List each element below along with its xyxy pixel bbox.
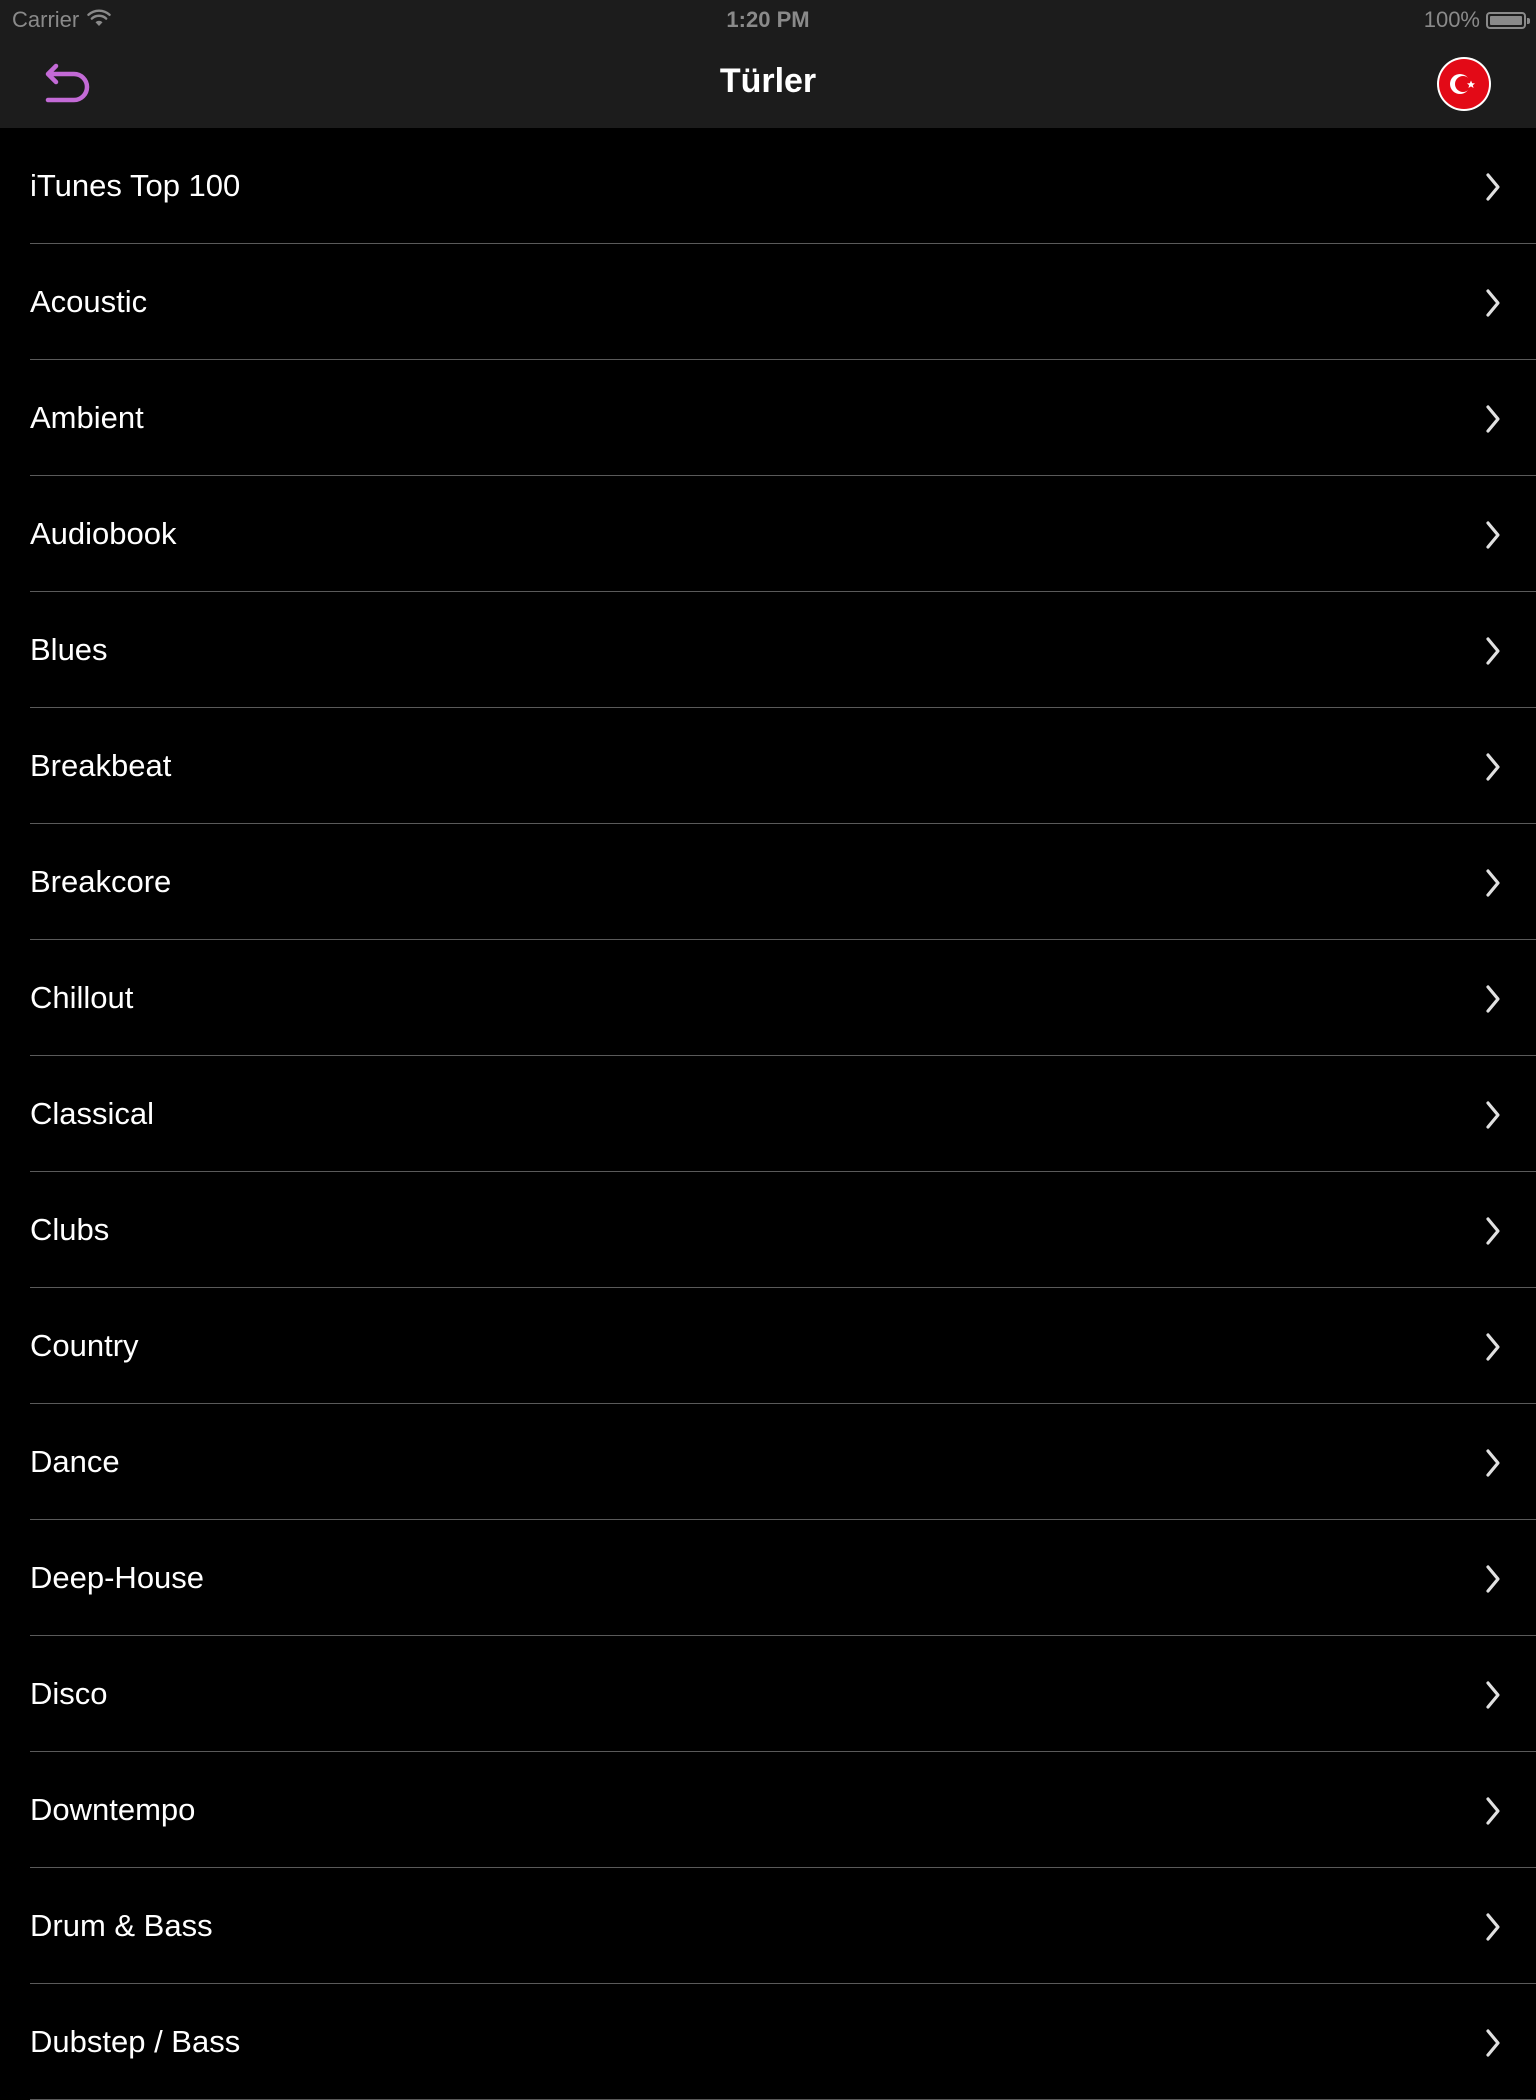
navigation-bar: Türler [0,40,1536,128]
genre-row[interactable]: Breakbeat [0,708,1536,824]
chevron-right-icon [1486,1449,1500,1477]
chevron-right-icon [1486,173,1500,201]
chevron-right-icon [1486,1101,1500,1129]
chevron-right-icon [1486,521,1500,549]
genre-row[interactable]: Country [0,1288,1536,1404]
genre-label: Breakcore [30,864,172,899]
genre-row[interactable]: Dubstep / Bass [0,1984,1536,2100]
chevron-right-icon [1486,753,1500,781]
genre-label: Audiobook [30,516,177,551]
battery-fill [1490,15,1522,25]
genre-row[interactable]: Audiobook [0,476,1536,592]
status-battery: 100% [1423,7,1530,33]
battery-icon [1486,11,1530,29]
chevron-right-icon [1486,1913,1500,1941]
genre-label: Ambient [30,400,144,435]
page-title: Türler [719,62,817,100]
genre-label: Breakbeat [30,748,172,783]
chevron-right-icon [1486,1333,1500,1361]
genre-row[interactable]: Classical [0,1056,1536,1172]
chevron-right-icon [1486,869,1500,897]
genre-row[interactable]: Clubs [0,1172,1536,1288]
chevron-right-icon [1486,1565,1500,1593]
chevron-right-icon [1486,637,1500,665]
language-flag-button[interactable] [1436,56,1492,112]
genre-row[interactable]: Acoustic [0,244,1536,360]
genre-label: Deep-House [30,1560,205,1595]
chevron-right-icon [1486,1797,1500,1825]
genre-label: Country [30,1328,139,1363]
genre-label: Blues [30,632,108,667]
genre-row[interactable]: iTunes Top 100 [0,128,1536,244]
battery-percent: 100% [1423,7,1480,32]
genre-row[interactable]: Drum & Bass [0,1868,1536,1984]
turkey-flag-icon [1436,57,1492,116]
genre-list: iTunes Top 100 Acoustic Ambient Audiobook Bl… [0,128,1536,2100]
genre-label: iTunes Top 100 [30,168,241,203]
genre-label: Downtempo [30,1792,196,1827]
genre-label: Drum & Bass [30,1908,213,1943]
genre-label: Acoustic [30,284,148,319]
status-bar: Carrier 1:20 PM 100% [0,0,1536,40]
chevron-right-icon [1486,289,1500,317]
genre-row[interactable]: Dance [0,1404,1536,1520]
genre-label: Chillout [30,980,134,1015]
chevron-right-icon [1486,2029,1500,2057]
genre-row[interactable]: Disco [0,1636,1536,1752]
genre-label: Disco [30,1676,108,1711]
status-time: 1:20 PM [726,7,810,32]
battery-tip [1527,17,1530,24]
genre-row[interactable]: Chillout [0,940,1536,1056]
genre-row[interactable]: Blues [0,592,1536,708]
genre-label: Dubstep / Bass [30,2024,241,2059]
genre-label: Classical [30,1096,155,1131]
chevron-right-icon [1486,985,1500,1013]
genre-row[interactable]: Breakcore [0,824,1536,940]
chevron-right-icon [1486,405,1500,433]
genre-row[interactable]: Downtempo [0,1752,1536,1868]
genre-label: Clubs [30,1212,110,1247]
genre-row[interactable]: Ambient [0,360,1536,476]
genre-label: Dance [30,1444,120,1479]
genre-row[interactable]: Deep-House [0,1520,1536,1636]
chevron-right-icon [1486,1681,1500,1709]
chevron-right-icon [1486,1217,1500,1245]
